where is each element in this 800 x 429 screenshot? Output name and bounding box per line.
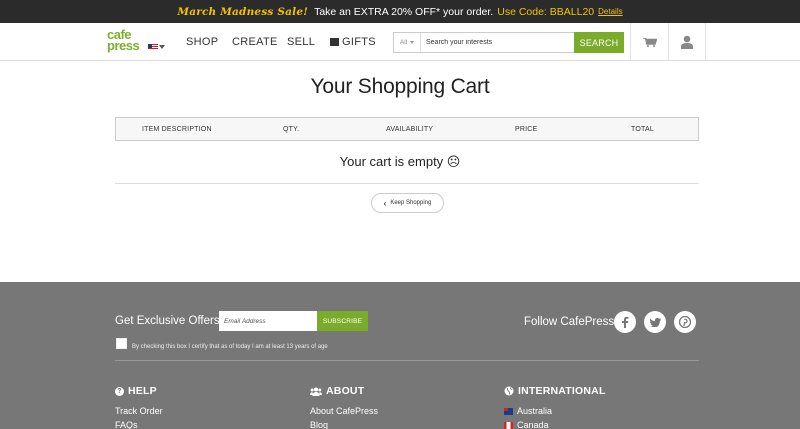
gift-icon	[330, 38, 339, 46]
australia-link[interactable]: Australia	[504, 404, 606, 418]
cafepress-logo[interactable]: cafe press	[107, 28, 143, 53]
nav-gifts-label: GIFTS	[342, 36, 376, 48]
follow-label: Follow CafePress:	[524, 316, 618, 328]
chevron-down-icon	[410, 41, 415, 44]
australia-label: Australia	[517, 406, 553, 416]
search-button[interactable]: SEARCH	[574, 32, 624, 53]
search-input[interactable]	[421, 33, 574, 52]
keep-shopping-button[interactable]: ‹ Keep Shopping	[371, 193, 444, 213]
page-title: Your Shopping Cart	[310, 75, 490, 98]
help-heading: ? HELP	[115, 385, 163, 397]
age-certify-text: By checking this box I certify that as o…	[132, 344, 328, 350]
help-title: HELP	[128, 385, 157, 397]
track-order-link[interactable]: Track Order	[115, 404, 163, 418]
site-footer: Get Exclusive Offers: SUBSCRIBE By check…	[0, 282, 800, 429]
nav-sell[interactable]: SELL	[287, 23, 315, 61]
us-flag-icon[interactable]	[148, 44, 158, 50]
about-heading: ABOUT	[310, 385, 378, 397]
globe-icon	[504, 386, 514, 396]
search-category-select[interactable]: All	[394, 33, 421, 52]
col-availability: AVAILABILITY	[386, 126, 434, 133]
cart-icon[interactable]	[643, 38, 657, 47]
search-bar: All SEARCH	[393, 32, 624, 53]
logo-bottom: press	[107, 38, 140, 53]
chevron-down-icon[interactable]	[159, 45, 165, 49]
age-checkbox[interactable]	[116, 338, 127, 349]
blog-link[interactable]: Blog	[310, 418, 378, 429]
offers-label: Get Exclusive Offers:	[115, 315, 223, 327]
pinterest-icon[interactable]	[674, 311, 696, 333]
col-item-description: ITEM DESCRIPTION	[142, 126, 212, 133]
promo-sale-title: March Madness Sale!	[177, 5, 309, 18]
subscribe-button[interactable]: SUBSCRIBE	[317, 311, 368, 331]
promo-bar: March Madness Sale! Take an EXTRA 20% OF…	[0, 0, 800, 23]
col-qty: QTY.	[283, 126, 300, 133]
international-heading: INTERNATIONAL	[504, 385, 606, 397]
keep-shopping-label: Keep Shopping	[390, 200, 432, 206]
international-title: INTERNATIONAL	[518, 385, 606, 397]
faqs-link[interactable]: FAQs	[115, 418, 163, 429]
user-icon[interactable]	[681, 35, 693, 49]
twitter-icon[interactable]	[644, 311, 666, 333]
chevron-left-icon: ‹	[383, 198, 387, 208]
users-icon	[310, 387, 322, 396]
nav-shop[interactable]: SHOP	[186, 23, 218, 61]
header-divider	[630, 23, 631, 61]
header-divider	[705, 23, 706, 61]
cart-table-header: ITEM DESCRIPTION QTY. AVAILABILITY PRICE…	[115, 117, 699, 141]
facebook-icon[interactable]	[614, 311, 636, 333]
nav-create[interactable]: CREATE	[232, 23, 278, 61]
nav-gifts[interactable]: GIFTS	[330, 23, 376, 61]
promo-text: Take an EXTRA 20% OFF* your order.	[314, 5, 494, 18]
canada-label: Canada	[517, 420, 549, 429]
col-total: TOTAL	[631, 126, 654, 133]
header-divider	[668, 23, 669, 61]
footer-divider	[115, 360, 699, 361]
email-field[interactable]	[219, 311, 317, 331]
divider	[115, 183, 699, 184]
search-category-label: All	[399, 39, 408, 46]
footer-help-column: ? HELP Track Order FAQs	[115, 385, 163, 429]
col-price: PRICE	[515, 126, 538, 133]
footer-international-column: INTERNATIONAL Australia Canada	[504, 385, 606, 429]
promo-code: Use Code: BBALL20	[497, 5, 595, 18]
question-icon: ?	[115, 386, 124, 396]
australia-flag-icon	[504, 407, 513, 415]
promo-details-link[interactable]: Details	[598, 7, 622, 16]
footer-about-column: ABOUT About CafePress Blog	[310, 385, 378, 429]
site-header: cafe press SHOP CREATE SELL GIFTS All SE…	[0, 23, 800, 61]
about-title: ABOUT	[326, 385, 365, 397]
canada-link[interactable]: Canada	[504, 418, 606, 429]
empty-cart-message: Your cart is empty ☹	[339, 154, 461, 169]
about-cafepress-link[interactable]: About CafePress	[310, 404, 378, 418]
canada-flag-icon	[504, 421, 513, 429]
